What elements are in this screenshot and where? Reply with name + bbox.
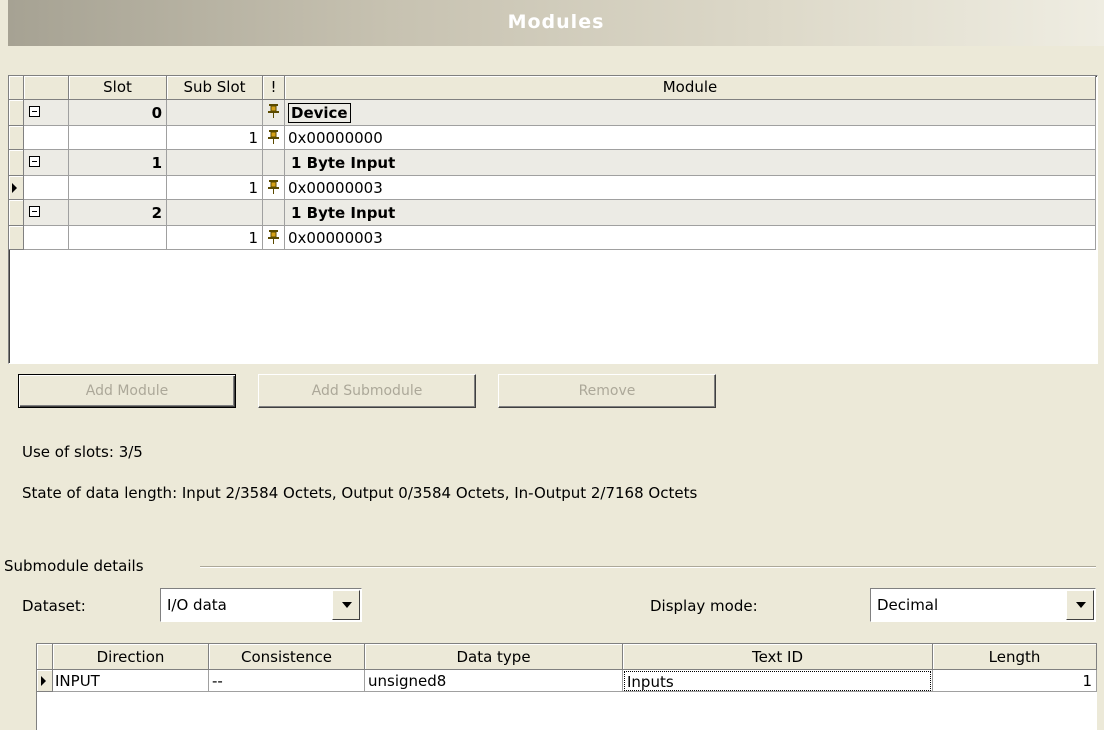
add-submodule-button[interactable]: Add Submodule	[258, 374, 476, 408]
collapse-icon[interactable]	[29, 156, 40, 167]
collapse-icon[interactable]	[29, 106, 40, 117]
pin-cell	[263, 126, 285, 150]
pin-icon	[268, 104, 279, 118]
display-mode-select[interactable]: Decimal	[870, 588, 1096, 622]
sub-slot-cell: 1	[167, 126, 263, 150]
submodule-details-grid[interactable]: Direction Consistence Data type Text ID …	[36, 643, 1097, 730]
column-header-data-type[interactable]: Data type	[365, 644, 623, 670]
row-selector-current[interactable]	[9, 176, 24, 200]
column-header-consistence[interactable]: Consistence	[209, 644, 365, 670]
expander-column-header	[24, 76, 69, 100]
slot-cell	[69, 176, 167, 200]
slot-cell: 0	[69, 100, 167, 126]
text-id-cell[interactable]: Inputs	[623, 670, 933, 692]
display-mode-label: Display mode:	[650, 597, 758, 615]
pin-icon	[268, 230, 279, 244]
row-selector[interactable]	[9, 100, 24, 126]
table-row	[24, 176, 69, 200]
module-cell[interactable]: 0x00000003	[285, 176, 1096, 200]
display-mode-value: Decimal	[877, 596, 939, 614]
slot-cell	[69, 126, 167, 150]
dataset-label: Dataset:	[22, 597, 86, 615]
row-selector[interactable]	[9, 150, 24, 176]
table-row	[24, 226, 69, 250]
dataset-value: I/O data	[167, 596, 227, 614]
table-row	[24, 200, 69, 226]
current-row-icon	[41, 676, 46, 686]
pin-cell	[263, 200, 285, 226]
window-title-bar: Modules	[8, 0, 1104, 46]
row-selector-current[interactable]	[37, 670, 53, 692]
window-title: Modules	[507, 11, 605, 33]
column-header-flag[interactable]: !	[263, 76, 285, 100]
pin-icon	[268, 130, 279, 144]
modules-grid[interactable]: Slot Sub Slot ! Module 0 Device 1 0x0000…	[8, 75, 1098, 364]
module-cell[interactable]: 0x00000003	[285, 226, 1096, 250]
row-header-corner	[37, 644, 53, 670]
slot-cell: 1	[69, 150, 167, 176]
module-cell[interactable]: 1 Byte Input	[285, 200, 1096, 226]
data-length-text: State of data length: Input 2/3584 Octet…	[22, 484, 698, 502]
sub-slot-cell	[167, 150, 263, 176]
sub-slot-cell	[167, 100, 263, 126]
length-cell: 1	[933, 670, 1097, 692]
pin-icon	[268, 180, 279, 194]
column-header-module[interactable]: Module	[285, 76, 1096, 100]
row-selector[interactable]	[9, 200, 24, 226]
module-cell[interactable]: 1 Byte Input	[285, 150, 1096, 176]
pin-cell	[263, 150, 285, 176]
table-row	[24, 150, 69, 176]
slot-cell	[69, 226, 167, 250]
slot-cell: 2	[69, 200, 167, 226]
text-id-value: Inputs	[624, 671, 931, 691]
pin-cell	[263, 176, 285, 200]
table-row	[24, 126, 69, 150]
submodule-details-label: Submodule details	[4, 557, 144, 575]
consistence-cell: --	[209, 670, 365, 692]
collapse-icon[interactable]	[29, 206, 40, 217]
row-selector[interactable]	[9, 226, 24, 250]
data-type-cell: unsigned8	[365, 670, 623, 692]
table-row	[24, 100, 69, 126]
sub-slot-cell: 1	[167, 176, 263, 200]
row-selector[interactable]	[9, 126, 24, 150]
module-cell[interactable]: Device	[285, 100, 1096, 126]
sub-slot-cell: 1	[167, 226, 263, 250]
chevron-down-icon[interactable]	[1066, 590, 1094, 620]
module-cell[interactable]: 0x00000000	[285, 126, 1096, 150]
current-row-icon	[12, 183, 17, 193]
group-divider	[200, 566, 1096, 568]
sub-slot-cell	[167, 200, 263, 226]
row-header-corner	[9, 76, 24, 100]
pin-cell	[263, 226, 285, 250]
column-header-slot[interactable]: Slot	[69, 76, 167, 100]
column-header-sub-slot[interactable]: Sub Slot	[167, 76, 263, 100]
pin-cell	[263, 100, 285, 126]
dataset-select[interactable]: I/O data	[160, 588, 362, 622]
direction-cell: INPUT	[53, 670, 209, 692]
add-module-button[interactable]: Add Module	[18, 374, 236, 408]
chevron-down-icon[interactable]	[332, 590, 360, 620]
slots-usage-text: Use of slots: 3/5	[22, 443, 143, 461]
column-header-direction[interactable]: Direction	[53, 644, 209, 670]
module-name: Device	[288, 103, 351, 123]
remove-button[interactable]: Remove	[498, 374, 716, 408]
column-header-text-id[interactable]: Text ID	[623, 644, 933, 670]
column-header-length[interactable]: Length	[933, 644, 1097, 670]
